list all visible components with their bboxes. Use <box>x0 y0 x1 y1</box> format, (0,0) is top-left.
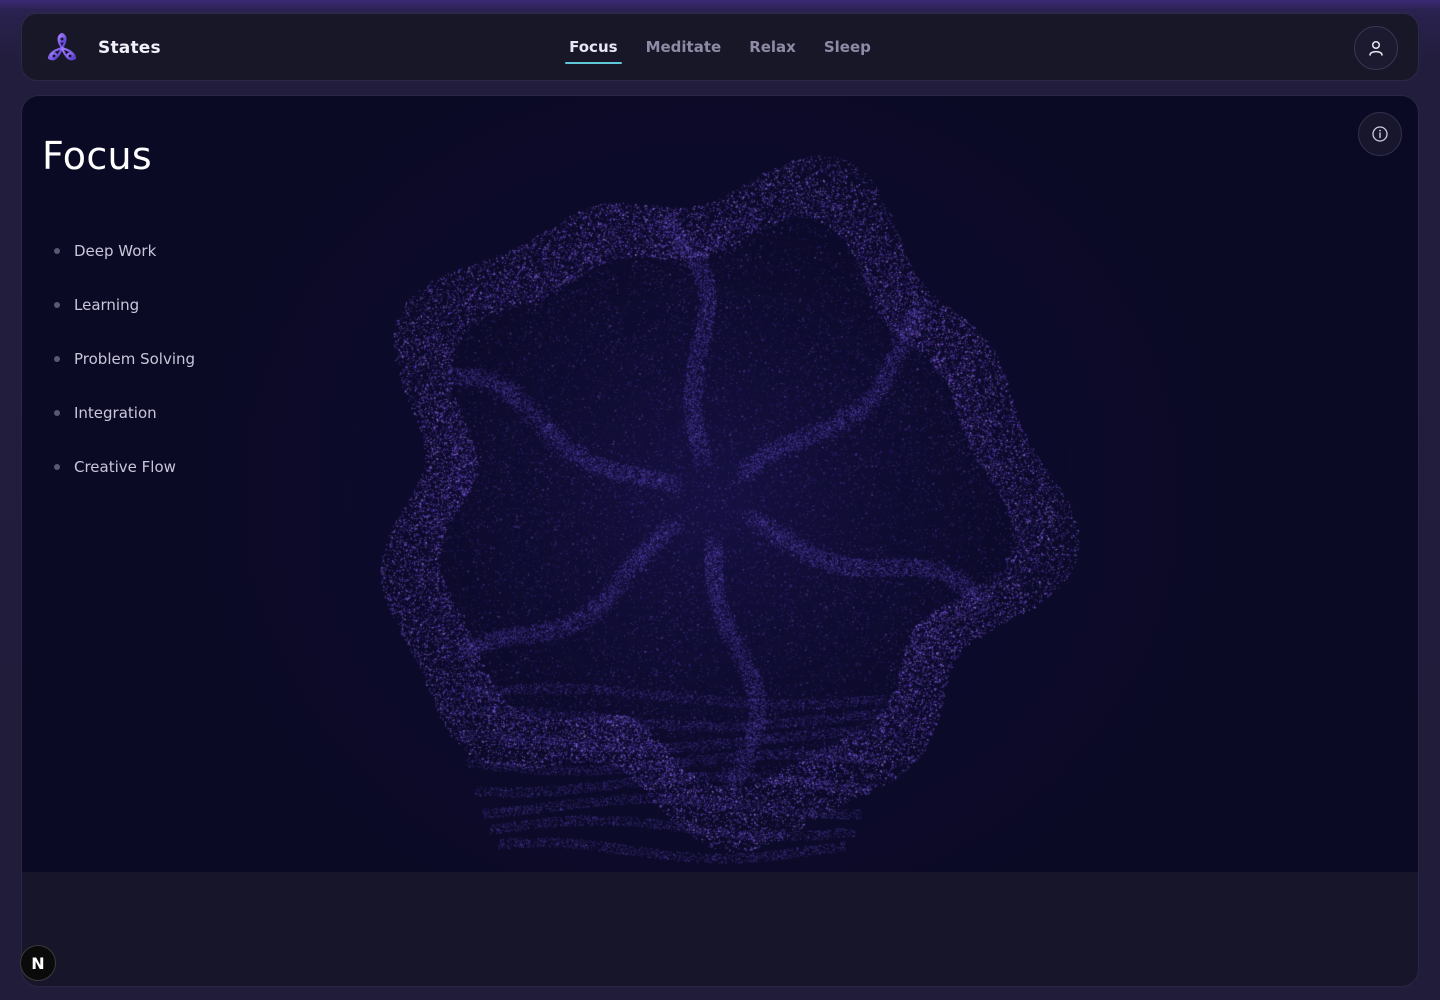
dev-tools-badge[interactable]: N <box>20 945 56 981</box>
state-item-problem-solving[interactable]: Problem Solving <box>54 332 195 386</box>
brand[interactable]: States <box>44 30 161 66</box>
state-item-integration[interactable]: Integration <box>54 386 195 440</box>
particle-sphere-canvas <box>22 96 1418 872</box>
tab-sleep[interactable]: Sleep <box>810 14 885 80</box>
bullet-dot-icon <box>54 302 60 308</box>
main-panel: Focus Deep Work Learning Problem Solving… <box>21 95 1419 987</box>
state-item-learning[interactable]: Learning <box>54 278 195 332</box>
info-button[interactable] <box>1358 112 1402 156</box>
state-item-label: Problem Solving <box>74 350 196 368</box>
state-list: Deep Work Learning Problem Solving Integ… <box>54 224 195 494</box>
tab-focus[interactable]: Focus <box>555 14 631 80</box>
panel-footer <box>22 872 1418 986</box>
particle-visualization[interactable] <box>22 96 1418 872</box>
state-item-label: Integration <box>74 404 157 422</box>
state-item-label: Creative Flow <box>74 458 176 476</box>
bullet-dot-icon <box>54 410 60 416</box>
bullet-dot-icon <box>54 248 60 254</box>
state-item-label: Deep Work <box>74 242 157 260</box>
page-title: Focus <box>42 134 153 178</box>
info-icon <box>1372 126 1388 142</box>
main-nav: Focus Meditate Relax Sleep <box>22 14 1418 80</box>
bullet-dot-icon <box>54 356 60 362</box>
user-icon <box>1369 40 1383 56</box>
app-name: States <box>98 38 161 58</box>
bullet-dot-icon <box>54 464 60 470</box>
state-item-deep-work[interactable]: Deep Work <box>54 224 195 278</box>
state-item-label: Learning <box>74 296 140 314</box>
state-item-creative-flow[interactable]: Creative Flow <box>54 440 195 494</box>
top-nav-bar: States Focus Meditate Relax Sleep <box>21 13 1419 81</box>
logo-icon <box>47 32 77 61</box>
tab-relax[interactable]: Relax <box>735 14 810 80</box>
tab-meditate[interactable]: Meditate <box>632 14 736 80</box>
user-profile-button[interactable] <box>1354 26 1398 70</box>
